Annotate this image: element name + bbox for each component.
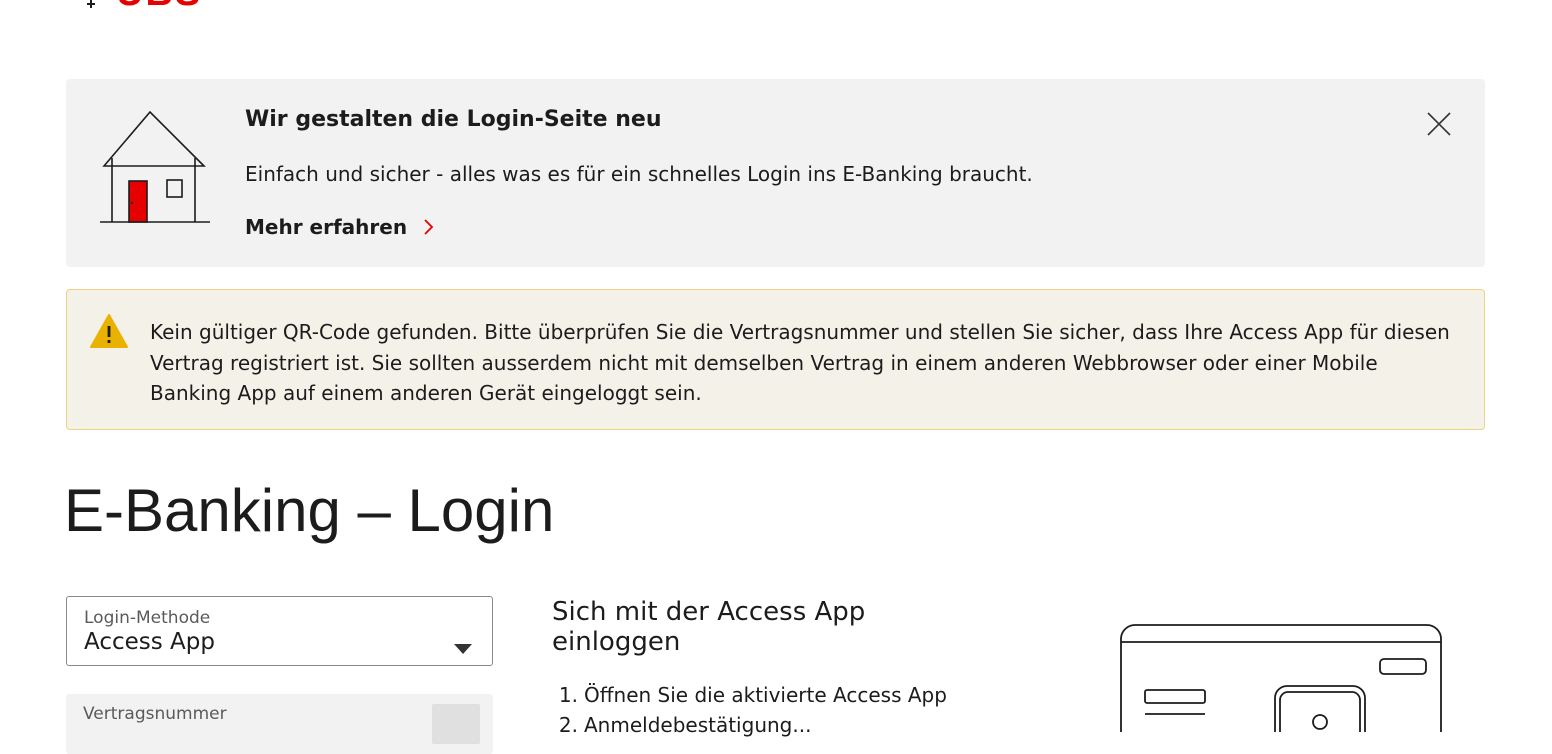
step-number: 1. [558,683,578,707]
logo-text: UBS [116,0,202,15]
ubs-logo[interactable]: UBS [66,0,236,15]
contract-number-label: Vertragsnummer [83,704,227,724]
list-item: 1. Öffnen Sie die aktivierte Access App [552,680,947,710]
warning-message: Kein gültiger QR-Code gefunden. Bitte üb… [150,320,1450,405]
contract-field-button[interactable] [432,704,480,744]
instructions-list: 1. Öffnen Sie die aktivierte Access App 2… [552,680,947,740]
login-method-label: Login-Methode [84,608,211,628]
instructions-title: Sich mit der Access App einloggen [552,597,866,657]
caret-down-icon [454,644,472,654]
step-text: Öffnen Sie die aktivierte Access App [584,683,947,707]
close-icon[interactable] [1426,111,1452,137]
info-banner-title: Wir gestalten die Login-Seite neu [245,107,662,132]
info-banner-text: Einfach und sicher - alles was es für ei… [245,162,1033,186]
page-title: E-Banking – Login [64,477,555,544]
contract-number-field[interactable]: Vertragsnummer [66,694,493,754]
login-method-select[interactable]: Login-Methode Access App [66,596,493,666]
learn-more-link[interactable]: Mehr erfahren [245,215,435,239]
learn-more-label: Mehr erfahren [245,215,408,239]
step-number: 2. [558,713,578,737]
info-banner: Wir gestalten die Login-Seite neu Einfac… [66,79,1485,267]
keys-icon [87,0,95,8]
warning-banner: Kein gültiger QR-Code gefunden. Bitte üb… [66,289,1485,430]
chevron-right-icon [424,219,434,235]
access-app-illustration [1120,624,1442,732]
list-item: 2. Anmeldebestätigung... [552,710,947,740]
house-icon [100,111,210,223]
warning-icon [90,314,128,348]
login-method-value: Access App [84,629,215,655]
step-text: Anmeldebestätigung... [584,713,812,737]
